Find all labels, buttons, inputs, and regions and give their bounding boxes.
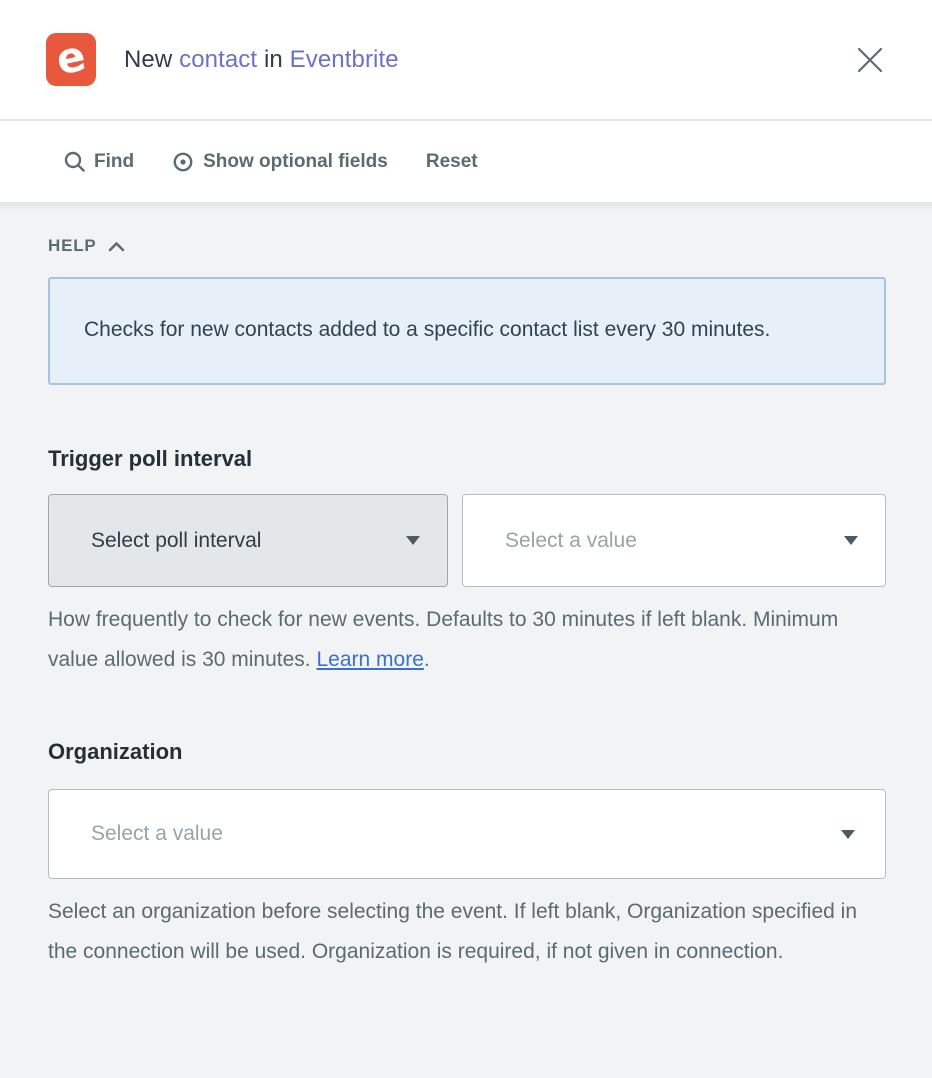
help-description-box: Checks for new contacts added to a speci…	[48, 277, 886, 385]
title-event-link[interactable]: contact	[179, 46, 257, 73]
panel-toolbar: Find Show optional fields Reset	[0, 121, 932, 202]
title-connector: in	[264, 46, 283, 73]
show-optional-fields-button[interactable]: Show optional fields	[172, 151, 388, 173]
trigger-config-panel: e New contact in Eventbrite Find	[0, 0, 932, 1078]
title-prefix: New	[124, 46, 172, 73]
eye-icon	[172, 151, 194, 173]
poll-interval-field-label: Trigger poll interval	[48, 446, 886, 472]
show-optional-fields-label: Show optional fields	[203, 151, 388, 173]
reset-button[interactable]: Reset	[426, 151, 478, 173]
eventbrite-logo-letter: e	[52, 31, 90, 85]
find-button[interactable]: Find	[64, 151, 134, 173]
panel-header: e New contact in Eventbrite	[0, 0, 932, 121]
search-icon	[64, 151, 85, 172]
poll-interval-help-before: How frequently to check for new events. …	[48, 608, 838, 671]
learn-more-link[interactable]: Learn more	[316, 648, 423, 671]
help-description-text: Checks for new contacts added to a speci…	[84, 318, 770, 341]
reset-label: Reset	[426, 151, 478, 173]
organization-placeholder: Select a value	[91, 822, 223, 846]
form-content: HELP Checks for new contacts added to a …	[0, 202, 932, 1078]
caret-down-icon	[841, 830, 855, 839]
panel-title: New contact in Eventbrite	[124, 46, 399, 74]
caret-down-icon	[844, 536, 858, 545]
poll-interval-unit-placeholder: Select poll interval	[91, 529, 261, 553]
poll-interval-value-placeholder: Select a value	[505, 529, 637, 553]
find-label: Find	[94, 151, 134, 173]
close-button[interactable]	[854, 44, 886, 76]
poll-interval-unit-select[interactable]: Select poll interval	[48, 494, 448, 587]
poll-interval-value-select[interactable]: Select a value	[462, 494, 886, 587]
poll-interval-select-row: Select poll interval Select a value	[48, 494, 886, 587]
caret-down-icon	[406, 536, 420, 545]
poll-interval-help-after: .	[424, 648, 430, 671]
organization-select[interactable]: Select a value	[48, 789, 886, 879]
organization-help-text: Select an organization before selecting …	[48, 892, 870, 972]
eventbrite-logo-icon: e	[46, 33, 96, 86]
close-icon	[857, 47, 883, 73]
poll-interval-help-text: How frequently to check for new events. …	[48, 600, 870, 680]
organization-field-label: Organization	[48, 739, 886, 765]
help-section-toggle[interactable]: HELP	[48, 236, 125, 256]
chevron-up-icon	[108, 241, 125, 252]
title-app-link[interactable]: Eventbrite	[290, 46, 399, 73]
help-label: HELP	[48, 236, 97, 256]
